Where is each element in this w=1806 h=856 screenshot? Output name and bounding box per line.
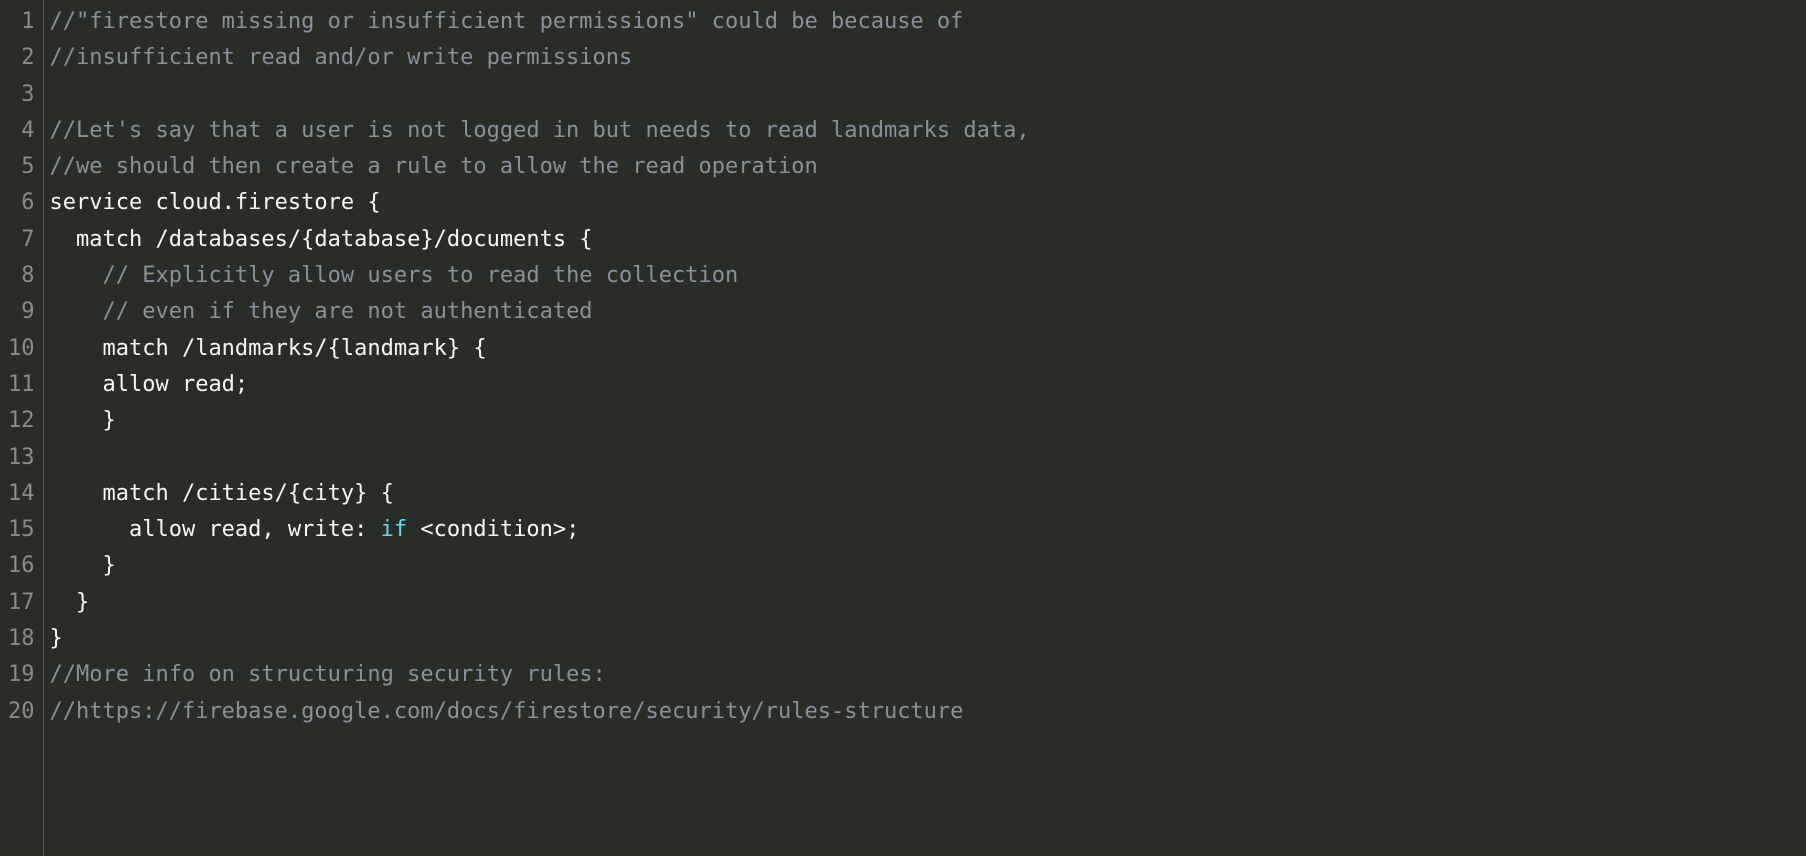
code-line[interactable]: //"firestore missing or insufficient per… bbox=[50, 4, 1806, 40]
line-number: 2 bbox=[8, 40, 39, 76]
code-token: } bbox=[50, 626, 63, 651]
line-number: 5 bbox=[8, 149, 39, 185]
code-token: > bbox=[553, 517, 566, 542]
code-line[interactable]: match /databases/{database}/documents { bbox=[50, 222, 1806, 258]
line-number: 9 bbox=[8, 294, 39, 330]
line-number-gutter: 1234567891011121314151617181920 bbox=[0, 0, 44, 856]
code-token bbox=[50, 263, 103, 288]
code-line[interactable]: // even if they are not authenticated bbox=[50, 294, 1806, 330]
line-number: 7 bbox=[8, 222, 39, 258]
code-token: < bbox=[420, 517, 433, 542]
code-token: // even if they are not authenticated bbox=[102, 299, 592, 324]
code-token: } bbox=[50, 553, 116, 578]
code-line[interactable]: allow read; bbox=[50, 367, 1806, 403]
code-line[interactable]: //More info on structuring security rule… bbox=[50, 657, 1806, 693]
code-token: //More info on structuring security rule… bbox=[50, 662, 606, 687]
line-number: 18 bbox=[8, 621, 39, 657]
code-editor[interactable]: 1234567891011121314151617181920 //"fires… bbox=[0, 0, 1806, 856]
code-line[interactable]: //https://firebase.google.com/docs/fires… bbox=[50, 694, 1806, 730]
line-number: 17 bbox=[8, 585, 39, 621]
line-number: 20 bbox=[8, 694, 39, 730]
line-number: 19 bbox=[8, 657, 39, 693]
code-line[interactable]: //we should then create a rule to allow … bbox=[50, 149, 1806, 185]
line-number: 1 bbox=[8, 4, 39, 40]
code-line[interactable]: allow read, write: if <condition>; bbox=[50, 512, 1806, 548]
code-line[interactable] bbox=[50, 440, 1806, 476]
code-line[interactable]: //Let's say that a user is not logged in… bbox=[50, 113, 1806, 149]
code-line[interactable]: } bbox=[50, 548, 1806, 584]
line-number: 14 bbox=[8, 476, 39, 512]
code-line[interactable]: service cloud.firestore { bbox=[50, 185, 1806, 221]
line-number: 4 bbox=[8, 113, 39, 149]
code-token: // Explicitly allow users to read the co… bbox=[102, 263, 738, 288]
code-token: ; bbox=[566, 517, 579, 542]
code-token: //"firestore missing or insufficient per… bbox=[50, 9, 964, 34]
code-line[interactable]: match /cities/{city} { bbox=[50, 476, 1806, 512]
line-number: 12 bbox=[8, 403, 39, 439]
code-line[interactable]: //insufficient read and/or write permiss… bbox=[50, 40, 1806, 76]
code-token: //https://firebase.google.com/docs/fires… bbox=[50, 699, 964, 724]
line-number: 16 bbox=[8, 548, 39, 584]
code-token: allow read, write: bbox=[50, 517, 381, 542]
code-line[interactable]: } bbox=[50, 585, 1806, 621]
code-token: allow read; bbox=[50, 372, 249, 397]
line-number: 11 bbox=[8, 367, 39, 403]
code-token: if bbox=[381, 517, 408, 542]
code-line[interactable] bbox=[50, 77, 1806, 113]
line-number: 8 bbox=[8, 258, 39, 294]
code-line[interactable]: } bbox=[50, 403, 1806, 439]
line-number: 13 bbox=[8, 440, 39, 476]
code-token: match /databases/{database}/documents { bbox=[50, 227, 593, 252]
code-content-area[interactable]: //"firestore missing or insufficient per… bbox=[44, 0, 1806, 856]
code-token: //insufficient read and/or write permiss… bbox=[50, 45, 633, 70]
code-token: } bbox=[50, 408, 116, 433]
line-number: 10 bbox=[8, 331, 39, 367]
code-token bbox=[50, 299, 103, 324]
code-token: service cloud.firestore { bbox=[50, 190, 381, 215]
line-number: 15 bbox=[8, 512, 39, 548]
code-line[interactable]: } bbox=[50, 621, 1806, 657]
code-token bbox=[407, 517, 420, 542]
code-line[interactable]: // Explicitly allow users to read the co… bbox=[50, 258, 1806, 294]
code-token: match /cities/{city} { bbox=[50, 481, 394, 506]
code-line[interactable]: match /landmarks/{landmark} { bbox=[50, 331, 1806, 367]
code-token: //we should then create a rule to allow … bbox=[50, 154, 818, 179]
line-number: 3 bbox=[8, 77, 39, 113]
code-token: } bbox=[50, 590, 90, 615]
code-token: //Let's say that a user is not logged in… bbox=[50, 118, 1030, 143]
code-token: condition bbox=[434, 517, 553, 542]
code-token: match /landmarks/{landmark} { bbox=[50, 336, 487, 361]
line-number: 6 bbox=[8, 185, 39, 221]
